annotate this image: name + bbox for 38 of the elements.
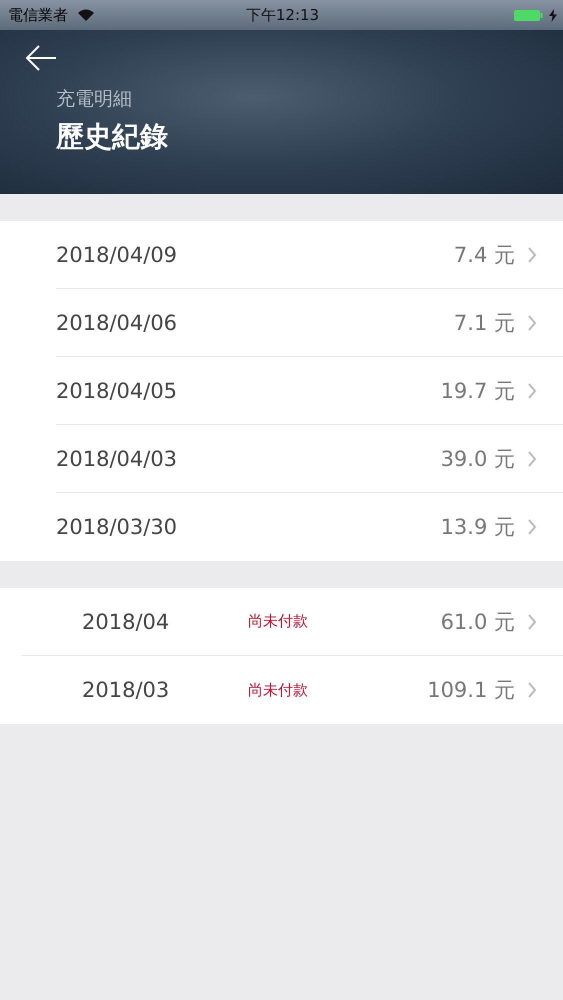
bill-row[interactable]: 2018/04 尚未付款 61.0 元 (22, 588, 563, 656)
bill-month: 2018/03 (82, 678, 170, 702)
charging-bolt-icon (548, 8, 557, 22)
session-row[interactable]: 2018/04/09 7.4 元 (56, 221, 563, 289)
chevron-icon (527, 519, 537, 535)
carrier-name: 電信業者 (8, 6, 68, 24)
page-title: 歷史紀錄 (56, 119, 168, 155)
session-amount: 7.1 元 (454, 310, 515, 336)
session-date: 2018/04/06 (56, 310, 178, 334)
session-row[interactable]: 2018/03/30 13.9 元 (56, 493, 563, 561)
session-date: 2018/04/09 (56, 242, 178, 266)
session-amount: 39.0 元 (440, 446, 515, 472)
payment-status: 尚未付款 (248, 680, 309, 700)
status-time: 下午12:13 (246, 6, 320, 24)
chevron-icon (527, 246, 537, 262)
session-amount: 7.4 元 (454, 242, 515, 268)
session-date: 2018/04/05 (56, 378, 178, 402)
bill-row[interactable]: 2018/03 尚未付款 109.1 元 (22, 656, 563, 724)
battery-icon (512, 8, 543, 22)
chevron-icon (527, 614, 537, 630)
bill-month: 2018/04 (82, 610, 170, 634)
wifi-icon (76, 8, 96, 22)
chevron-icon (527, 382, 537, 398)
session-amount: 13.9 元 (440, 514, 515, 541)
bill-amount: 109.1 元 (427, 677, 515, 704)
session-date: 2018/04/03 (56, 446, 178, 470)
session-row[interactable]: 2018/04/05 19.7 元 (56, 357, 563, 425)
back-button[interactable] (25, 44, 57, 72)
session-row[interactable]: 2018/04/06 7.1 元 (56, 289, 563, 357)
chevron-icon (527, 450, 537, 466)
session-row[interactable]: 2018/04/03 39.0 元 (56, 425, 563, 493)
payment-status: 尚未付款 (248, 612, 309, 631)
chevron-icon (527, 314, 537, 330)
bill-amount: 61.0 元 (440, 608, 515, 636)
session-amount: 19.7 元 (440, 378, 515, 404)
page-subtitle: 充電明細 (56, 87, 132, 112)
chevron-icon (527, 682, 537, 698)
session-date: 2018/03/30 (56, 515, 178, 539)
